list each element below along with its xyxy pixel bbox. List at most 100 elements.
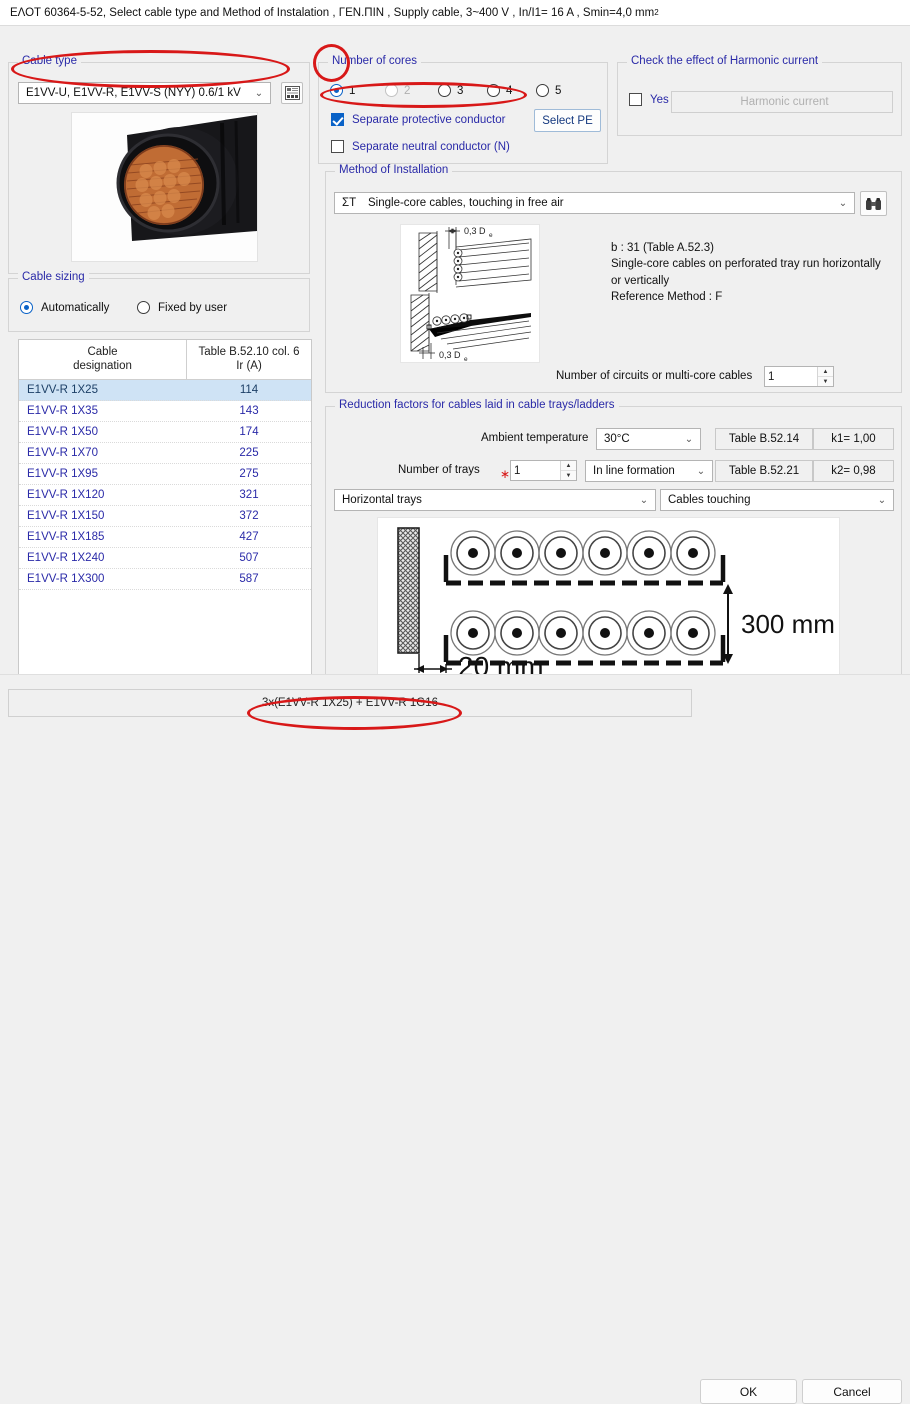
- core-option-4[interactable]: 4: [487, 84, 536, 97]
- table-row[interactable]: E1VV-R 1X50174: [19, 422, 311, 443]
- harmonic-yes-label: Yes: [650, 94, 669, 106]
- checkbox-separate-pe[interactable]: [331, 113, 344, 126]
- sizing-mode-fixed[interactable]: Fixed by user: [137, 301, 227, 314]
- binoculars-icon: [865, 197, 882, 211]
- dialog-footer: 3x(E1VV-R 1X25) + E1VV-R 1G16 OK Cancel: [0, 674, 910, 733]
- number-of-trays-value[interactable]: 1: [511, 461, 560, 480]
- ambient-temperature-select[interactable]: 30°C ⌄: [596, 428, 701, 450]
- table-row[interactable]: E1VV-R 1X150372: [19, 506, 311, 527]
- cable-summary-text: 3x(E1VV-R 1X25) + E1VV-R 1G16: [262, 697, 438, 709]
- method-of-installation-group: Method of Installation ΣΤ Single-core ca…: [325, 171, 902, 393]
- number-of-circuits-arrows[interactable]: ▲ ▼: [817, 367, 833, 386]
- installation-method-select[interactable]: ΣΤ Single-core cables, touching in free …: [334, 192, 855, 214]
- chevron-down-icon: ⌄: [250, 88, 268, 99]
- core-option-5[interactable]: 5: [536, 84, 581, 97]
- k1-value-box: k1= 1,00: [813, 428, 894, 450]
- table-row[interactable]: E1VV-R 1X35143: [19, 401, 311, 422]
- cell-current: 372: [187, 510, 311, 522]
- cable-spacing-value: Cables touching: [668, 494, 873, 506]
- ambient-temperature-value: 30°C: [604, 433, 680, 445]
- stepper-up-icon[interactable]: ▲: [818, 367, 833, 377]
- core-option-4-label: 4: [506, 85, 512, 97]
- sizing-mode-automatically[interactable]: Automatically: [20, 301, 109, 314]
- cell-current: 507: [187, 552, 311, 564]
- reduction-factors-legend: Reduction factors for cables laid in cab…: [335, 399, 619, 411]
- table-row[interactable]: E1VV-R 1X120321: [19, 485, 311, 506]
- checkbox-separate-neutral[interactable]: [331, 140, 344, 153]
- harmonic-current-legend: Check the effect of Harmonic current: [627, 55, 822, 67]
- table-b5214-label: Table B.52.14: [729, 433, 799, 445]
- tray-orientation-select[interactable]: Horizontal trays ⌄: [334, 489, 656, 511]
- cell-designation: E1VV-R 1X240: [19, 552, 187, 564]
- table-header-current: Table B.52.10 col. 6 Ir (A): [187, 340, 311, 379]
- cell-current: 174: [187, 426, 311, 438]
- installation-method-description: Single-core cables, touching in free air: [368, 197, 834, 209]
- table-row[interactable]: E1VV-R 1X95275: [19, 464, 311, 485]
- k2-value-box: k2= 0,98: [813, 460, 894, 482]
- separate-pe-checkbox-row[interactable]: Separate protective conductor: [331, 113, 505, 126]
- chevron-down-icon: ⌄: [692, 466, 710, 477]
- select-pe-button-label: Select PE: [542, 115, 593, 127]
- cable-type-select[interactable]: E1VV-U, E1VV-R, E1VV-S (NYY) 0.6/1 kV ⌄: [18, 82, 271, 104]
- cell-current: 587: [187, 573, 311, 585]
- cable-sizing-table[interactable]: Cable designation Table B.52.10 col. 6 I…: [18, 339, 312, 679]
- table-row[interactable]: E1VV-R 1X70225: [19, 443, 311, 464]
- table-header-current-line1: Table B.52.10 col. 6: [189, 345, 309, 359]
- table-b5221-button[interactable]: Table B.52.21: [715, 460, 813, 482]
- cell-current: 114: [187, 384, 311, 396]
- cell-current: 225: [187, 447, 311, 459]
- stepper-down-icon[interactable]: ▼: [818, 377, 833, 386]
- ok-button[interactable]: OK: [700, 1379, 797, 1404]
- cable-spacing-select[interactable]: Cables touching ⌄: [660, 489, 894, 511]
- radio-core-2[interactable]: [385, 84, 398, 97]
- installation-search-button[interactable]: [860, 191, 887, 216]
- number-of-trays-stepper[interactable]: 1 ▲ ▼: [510, 460, 577, 481]
- core-option-1[interactable]: 1: [330, 84, 385, 97]
- cell-designation: E1VV-R 1X35: [19, 405, 187, 417]
- cancel-button[interactable]: Cancel: [802, 1379, 902, 1404]
- tray-formation-value: In line formation: [593, 465, 692, 477]
- number-of-circuits-value[interactable]: 1: [765, 367, 817, 386]
- svg-text:0,3 D: 0,3 D: [464, 226, 486, 236]
- core-option-2[interactable]: 2: [385, 84, 438, 97]
- cell-designation: E1VV-R 1X150: [19, 510, 187, 522]
- installation-info-text: b : 31 (Table A.52.3) Single-core cables…: [611, 240, 881, 305]
- installation-info-line-3: or vertically: [611, 273, 881, 289]
- table-row[interactable]: E1VV-R 1X185427: [19, 527, 311, 548]
- chevron-down-icon: ⌄: [635, 495, 653, 506]
- radio-sizing-automatically[interactable]: [20, 301, 33, 314]
- svg-text:0,3 D: 0,3 D: [439, 350, 461, 360]
- table-header-designation-line2: designation: [21, 359, 184, 373]
- table-row[interactable]: E1VV-R 1X25114: [19, 380, 311, 401]
- table-row[interactable]: E1VV-R 1X300587: [19, 569, 311, 590]
- chevron-down-icon: ⌄: [834, 198, 852, 209]
- sizing-fixed-label: Fixed by user: [158, 302, 227, 314]
- separate-pe-label: Separate protective conductor: [352, 114, 505, 126]
- radio-core-1[interactable]: [330, 84, 343, 97]
- cell-designation: E1VV-R 1X120: [19, 489, 187, 501]
- select-pe-button[interactable]: Select PE: [534, 109, 601, 132]
- installation-method-code: ΣΤ: [342, 197, 368, 209]
- horizontal-dimension-label: 20 mm: [458, 651, 544, 676]
- number-of-circuits-stepper[interactable]: 1 ▲ ▼: [764, 366, 834, 387]
- tray-formation-select[interactable]: In line formation ⌄: [585, 460, 713, 482]
- radio-core-4[interactable]: [487, 84, 500, 97]
- core-option-3-label: 3: [457, 85, 463, 97]
- radio-core-3[interactable]: [438, 84, 451, 97]
- radio-core-5[interactable]: [536, 84, 549, 97]
- radio-sizing-fixed[interactable]: [137, 301, 150, 314]
- window-title-superscript: 2: [654, 8, 658, 17]
- checkbox-harmonic-yes[interactable]: [629, 93, 642, 106]
- stepper-down-icon[interactable]: ▼: [561, 471, 576, 480]
- harmonic-yes-row[interactable]: Yes: [629, 93, 669, 106]
- core-option-3[interactable]: 3: [438, 84, 487, 97]
- cable-table-button[interactable]: [281, 82, 303, 104]
- table-header-designation: Cable designation: [19, 340, 187, 379]
- stepper-up-icon[interactable]: ▲: [561, 461, 576, 471]
- table-b5214-button[interactable]: Table B.52.14: [715, 428, 813, 450]
- cable-summary-field: 3x(E1VV-R 1X25) + E1VV-R 1G16: [8, 689, 692, 717]
- cell-current: 321: [187, 489, 311, 501]
- separate-n-checkbox-row[interactable]: Separate neutral conductor (N): [331, 140, 510, 153]
- table-row[interactable]: E1VV-R 1X240507: [19, 548, 311, 569]
- number-of-trays-arrows[interactable]: ▲ ▼: [560, 461, 576, 480]
